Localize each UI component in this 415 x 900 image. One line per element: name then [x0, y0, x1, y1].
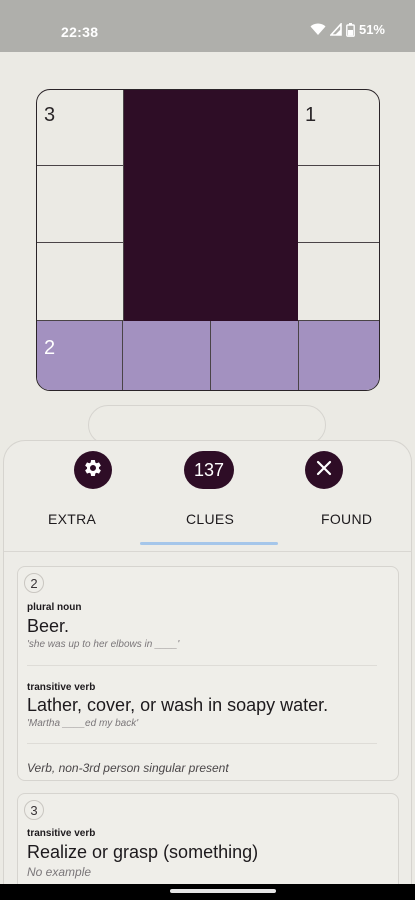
clue-example: 'she was up to her elbows in ____'	[27, 639, 180, 650]
grid-cell-highlighted[interactable]	[123, 321, 211, 390]
status-bar: 22:38 51%	[0, 0, 415, 52]
part-of-speech: transitive verb	[27, 828, 96, 839]
clue-number: 2	[24, 573, 44, 593]
battery-icon	[346, 22, 355, 37]
grid-cell[interactable]	[298, 166, 379, 243]
wifi-icon	[310, 23, 326, 36]
clue-definition: Beer.	[27, 616, 70, 636]
word-count-badge[interactable]: 137	[184, 451, 234, 489]
tab-extra[interactable]: EXTRA	[48, 511, 96, 527]
status-time: 22:38	[61, 24, 99, 40]
cell-number: 2	[44, 337, 56, 359]
grid-cell[interactable]	[37, 166, 124, 243]
cell-number: 3	[44, 104, 56, 126]
grid-cell-highlighted[interactable]	[299, 321, 379, 390]
sense-divider	[27, 665, 377, 666]
grid-cell[interactable]	[37, 243, 124, 321]
bottom-panel: 137 EXTRA CLUES FOUND 2 plural noun Beer…	[3, 440, 412, 900]
tab-found[interactable]: FOUND	[321, 511, 372, 527]
tab-clues[interactable]: CLUES	[186, 511, 234, 527]
crossword-grid: 3 1 2	[36, 89, 380, 391]
tabs-divider	[4, 551, 411, 552]
grid-cell[interactable]	[298, 243, 379, 321]
clue-definition: Realize or grasp (something)	[27, 842, 259, 862]
blocked-cells	[124, 90, 298, 321]
signal-icon	[329, 23, 342, 36]
active-tab-indicator	[140, 542, 278, 545]
clue-example: 'Martha ____ed my back'	[27, 718, 139, 729]
clue-definition: Lather, cover, or wash in soapy water.	[27, 695, 329, 715]
cell-number: 1	[305, 104, 317, 126]
sense-divider	[27, 743, 377, 744]
clue-number: 3	[24, 800, 44, 820]
grid-cell[interactable]: 3	[37, 90, 124, 166]
word-form-note: Verb, non-3rd person singular present	[27, 761, 229, 775]
grid-cell-highlighted[interactable]	[211, 321, 299, 390]
home-gesture-handle[interactable]	[170, 889, 276, 893]
grid-cell-highlighted[interactable]: 2	[37, 321, 123, 390]
grid-cell[interactable]: 1	[298, 90, 379, 166]
current-word-display	[88, 405, 326, 445]
close-button[interactable]	[305, 451, 343, 489]
part-of-speech: plural noun	[27, 602, 82, 613]
part-of-speech: transitive verb	[27, 682, 96, 693]
battery-percent: 51%	[358, 22, 385, 37]
clue-example: No example	[27, 865, 92, 879]
gear-icon	[83, 458, 103, 483]
clue-card[interactable]: 2 plural noun Beer. 'she was up to her e…	[17, 566, 399, 781]
settings-button[interactable]	[74, 451, 112, 489]
close-icon	[316, 460, 332, 481]
status-icons: 51%	[310, 22, 385, 37]
